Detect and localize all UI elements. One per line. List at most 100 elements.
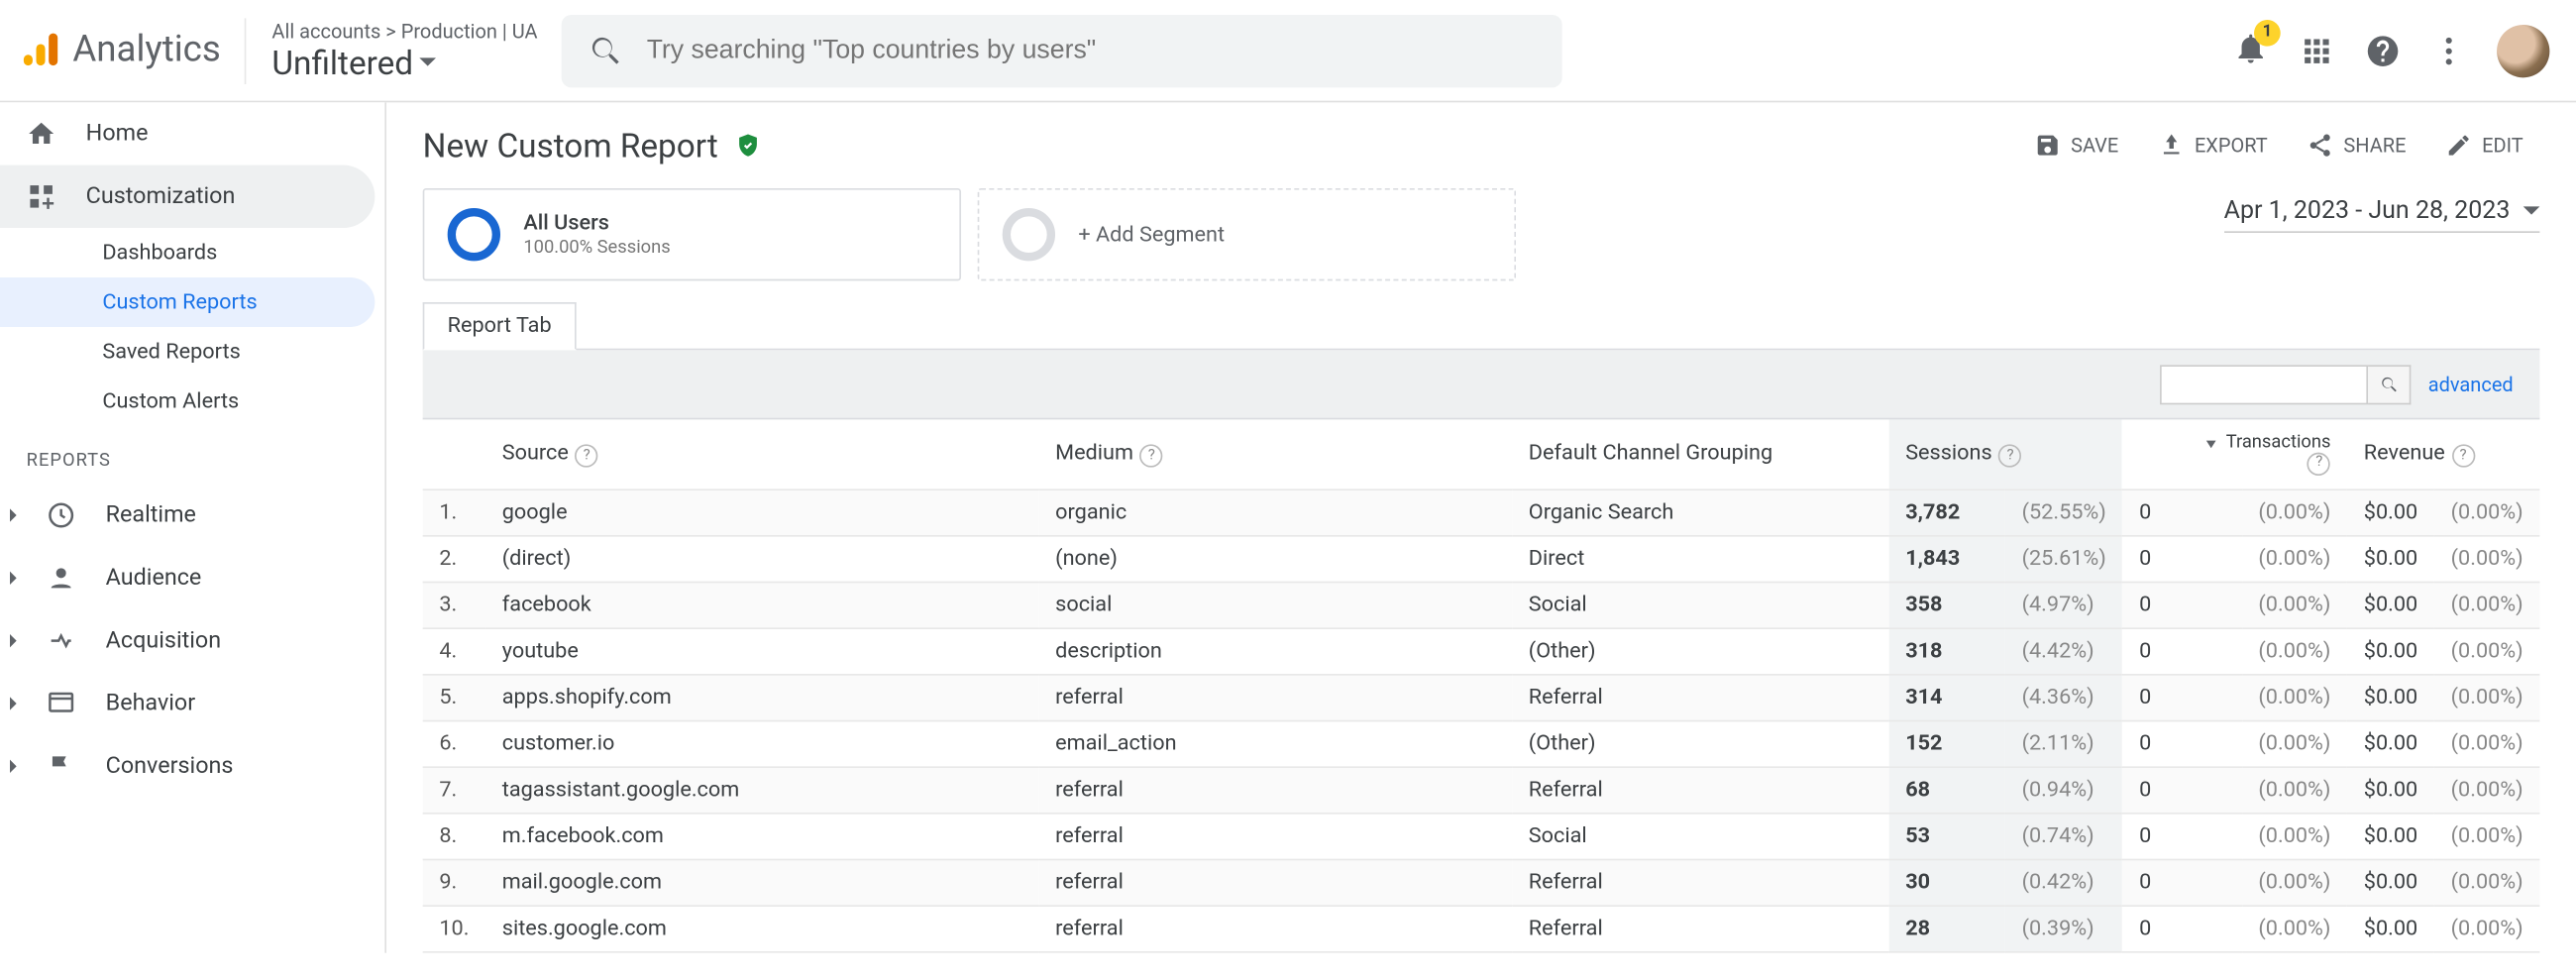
help-icon[interactable]: ? [576, 444, 598, 467]
cell-transactions: 0 [2123, 535, 2242, 582]
th-source[interactable]: Source? [485, 419, 1038, 489]
view-name: Unfiltered [271, 43, 537, 82]
sidebar-item-audience[interactable]: Audience [0, 547, 384, 609]
export-button[interactable]: EXPORT [2142, 122, 2285, 168]
table-row[interactable]: 3.facebooksocialSocial358(4.97%)0(0.00%)… [423, 582, 2540, 628]
cell-transactions: 0 [2123, 813, 2242, 859]
cell-medium: referral [1038, 766, 1512, 813]
tab-report[interactable]: Report Tab [423, 302, 577, 350]
share-button[interactable]: SHARE [2291, 122, 2422, 168]
date-range-picker[interactable]: Apr 1, 2023 - Jun 28, 2023 [2224, 188, 2540, 233]
search-icon [2380, 375, 2400, 394]
sidebar-item-conversions[interactable]: Conversions [0, 735, 384, 798]
help-icon[interactable] [2365, 33, 2402, 69]
cell-transactions: 0 [2123, 720, 2242, 767]
cell-sessions: 314 [1889, 674, 2005, 720]
segment-all-users[interactable]: All Users 100.00% Sessions [423, 188, 961, 280]
sidebar-item-home[interactable]: Home [0, 102, 384, 164]
action-label: SHARE [2343, 134, 2406, 157]
notif-badge: 1 [2254, 19, 2281, 46]
cell-revenue: $0.00 [2347, 813, 2434, 859]
cell-transactions-pct: (0.00%) [2242, 582, 2347, 628]
avatar[interactable] [2497, 24, 2549, 76]
table-row[interactable]: 7.tagassistant.google.comreferralReferra… [423, 766, 2540, 813]
th-label: Medium [1055, 441, 1133, 466]
th-medium[interactable]: Medium? [1038, 419, 1512, 489]
sidebar-sub-saved-reports[interactable]: Saved Reports [0, 327, 384, 377]
cell-source: (direct) [485, 535, 1038, 582]
sidebar-item-acquisition[interactable]: Acquisition [0, 609, 384, 672]
help-icon[interactable]: ? [2451, 444, 2474, 467]
table-row[interactable]: 8.m.facebook.comreferralSocial53(0.74%)0… [423, 813, 2540, 859]
cell-group: Referral [1512, 859, 1888, 906]
cell-transactions-pct: (0.00%) [2242, 859, 2347, 906]
cell-transactions: 0 [2123, 489, 2242, 535]
advanced-link[interactable]: advanced [2428, 373, 2514, 395]
cell-group: (Other) [1512, 627, 1888, 674]
person-icon [47, 563, 76, 593]
cell-revenue: $0.00 [2347, 582, 2434, 628]
more-vert-icon[interactable] [2430, 33, 2467, 69]
table-search-button[interactable] [2369, 365, 2412, 404]
cell-source: sites.google.com [485, 905, 1038, 951]
cell-medium: organic [1038, 489, 1512, 535]
clock-icon [47, 500, 76, 530]
search-bar[interactable] [561, 14, 1561, 86]
account-picker[interactable]: All accounts > Production | UA Unfiltere… [246, 19, 538, 81]
cell-revenue: $0.00 [2347, 489, 2434, 535]
help-icon[interactable]: ? [2308, 452, 2330, 475]
sidebar-sub-custom-alerts[interactable]: Custom Alerts [0, 377, 384, 426]
save-button[interactable]: SAVE [2018, 122, 2135, 168]
save-icon [2034, 132, 2061, 159]
help-icon[interactable]: ? [1140, 444, 1163, 467]
cell-transactions: 0 [2123, 627, 2242, 674]
logo-block[interactable]: Analytics [17, 18, 246, 84]
sidebar-item-customization[interactable]: Customization [0, 165, 375, 228]
row-index: 10. [423, 905, 485, 951]
cell-sessions-pct: (4.42%) [2005, 627, 2123, 674]
sidebar-sub-custom-reports[interactable]: Custom Reports [0, 277, 375, 327]
search-input[interactable] [647, 36, 1536, 65]
table-row[interactable]: 5.apps.shopify.comreferralReferral314(4.… [423, 674, 2540, 720]
table-row[interactable]: 10.sites.google.comreferralReferral28(0.… [423, 905, 2540, 951]
main-content: New Custom Report SAVE EXPORT SHARE EDI [386, 102, 2576, 952]
notifications-button[interactable]: 1 [2232, 29, 2269, 71]
cell-sessions-pct: (4.97%) [2005, 582, 2123, 628]
th-sessions[interactable]: Sessions? [1889, 419, 2123, 489]
cell-transactions-pct: (0.00%) [2242, 489, 2347, 535]
table-row[interactable]: 9.mail.google.comreferralReferral30(0.42… [423, 859, 2540, 906]
cell-medium: referral [1038, 905, 1512, 951]
table-search-input[interactable] [2161, 365, 2369, 404]
cell-group: Referral [1512, 766, 1888, 813]
sidebar-item-behavior[interactable]: Behavior [0, 672, 384, 734]
search-icon [588, 33, 624, 69]
apps-icon[interactable] [2299, 33, 2335, 69]
cell-sessions-pct: (25.61%) [2005, 535, 2123, 582]
cell-sessions: 68 [1889, 766, 2005, 813]
th-transactions[interactable]: Transactions ? [2123, 419, 2348, 489]
export-icon [2158, 132, 2185, 159]
table-toolbar: advanced [423, 350, 2540, 419]
add-segment-button[interactable]: + Add Segment [978, 188, 1516, 280]
sidebar-item-label: Acquisition [106, 627, 221, 654]
cell-medium: description [1038, 627, 1512, 674]
sidebar-sub-dashboards[interactable]: Dashboards [0, 228, 384, 277]
row-index: 9. [423, 859, 485, 906]
action-label: EDIT [2482, 134, 2523, 157]
th-label: Transactions [2226, 432, 2331, 452]
cell-sessions: 53 [1889, 813, 2005, 859]
table-row[interactable]: 1.googleorganicOrganic Search3,782(52.55… [423, 489, 2540, 535]
sidebar: Home Customization Dashboards Custom Rep… [0, 102, 386, 952]
th-revenue[interactable]: Revenue? [2347, 419, 2539, 489]
edit-button[interactable]: EDIT [2429, 122, 2540, 168]
th-group[interactable]: Default Channel Grouping [1512, 419, 1888, 489]
table-row[interactable]: 4.youtubedescription(Other)318(4.42%)0(0… [423, 627, 2540, 674]
help-icon[interactable]: ? [1998, 444, 2021, 467]
table-row[interactable]: 2.(direct)(none)Direct1,843(25.61%)0(0.0… [423, 535, 2540, 582]
row-index: 6. [423, 720, 485, 767]
shield-check-icon [734, 132, 761, 159]
cell-transactions: 0 [2123, 905, 2242, 951]
table-row[interactable]: 6.customer.ioemail_action(Other)152(2.11… [423, 720, 2540, 767]
sidebar-item-realtime[interactable]: Realtime [0, 484, 384, 546]
cell-transactions-pct: (0.00%) [2242, 905, 2347, 951]
